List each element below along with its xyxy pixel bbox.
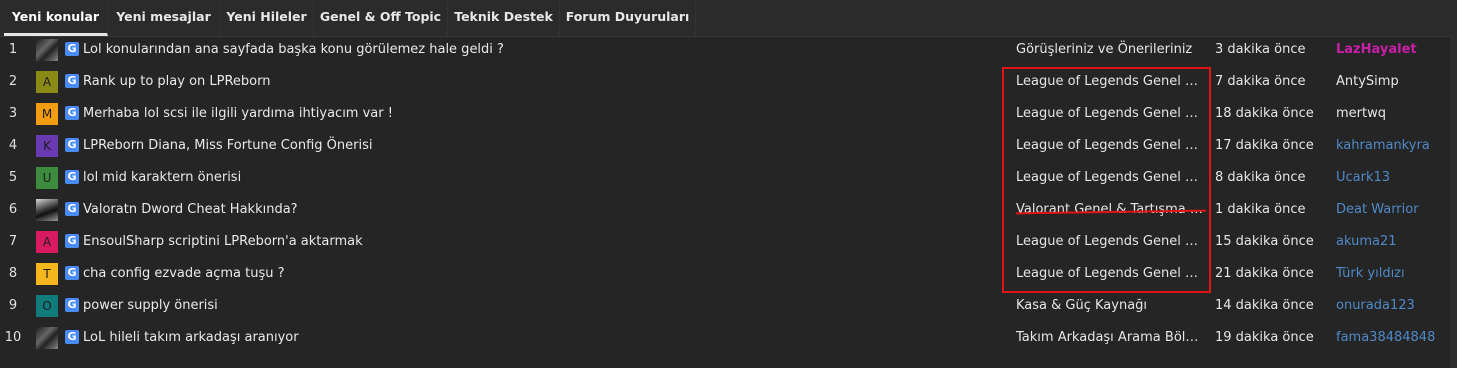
forum-link[interactable]: Kasa & Güç Kaynağı [1016, 290, 1204, 322]
tab-general-off-topic[interactable]: Genel & Off Topic [314, 0, 448, 36]
username-link[interactable]: akuma21 [1336, 226, 1446, 258]
tab-new-cheats[interactable]: Yeni Hileler [220, 0, 314, 36]
forum-link[interactable]: Görüşleriniz ve Önerileriniz [1016, 34, 1204, 66]
thread-prefix-icon: G [65, 298, 79, 312]
thread-row[interactable]: 6 G Valoratn Dword Cheat Hakkında? Valorant… [0, 194, 1450, 226]
timestamp: 15 dakika önce [1215, 234, 1314, 249]
row-number: 7 [8, 234, 18, 249]
row-number: 4 [8, 138, 18, 153]
thread-title-link[interactable]: Valoratn Dword Cheat Hakkında? [83, 194, 298, 226]
scrollbar[interactable] [1450, 36, 1457, 368]
thread-prefix-icon: G [65, 330, 79, 344]
thread-row[interactable]: 1 G Lol konularından ana sayfada başka kon… [0, 34, 1450, 66]
thread-title-link[interactable]: EnsoulSharp scriptini LPReborn'a aktarma… [83, 226, 363, 258]
username-link[interactable]: kahramankyra [1336, 130, 1446, 162]
tab-bar: Yeni konular Yeni mesajlar Yeni Hileler … [0, 0, 1457, 37]
thread-row[interactable]: 3 M G Merhaba lol scsi ile ilgili yardıma i… [0, 98, 1450, 130]
thread-row[interactable]: 9 O Gpower supply önerisi Kasa & Güç Kaynağ… [0, 290, 1450, 322]
thread-row[interactable]: 7 A G EnsoulSharp scriptini LPReborn'a akta… [0, 226, 1450, 258]
thread-prefix-icon: G [65, 42, 79, 56]
thread-title-link[interactable]: power supply önerisi [83, 290, 218, 322]
avatar[interactable]: A [36, 231, 58, 253]
tab-forum-announcements[interactable]: Forum Duyuruları [560, 0, 696, 36]
avatar[interactable]: T [36, 263, 58, 285]
row-number: 8 [8, 266, 18, 281]
timestamp: 1 dakika önce [1215, 202, 1306, 217]
forum-link[interactable]: League of Legends Genel & Tartışma Bölüm… [1016, 66, 1204, 98]
forum-link[interactable]: League of Legends Genel & Tartışma Bölüm… [1016, 226, 1204, 258]
forum-link[interactable]: Takım Arkadaşı Arama Bölümü [1016, 322, 1204, 354]
thread-title-link[interactable]: Lol konularından ana sayfada başka konu … [83, 34, 504, 66]
avatar[interactable] [36, 199, 58, 221]
timestamp: 7 dakika önce [1215, 74, 1306, 89]
tab-tech-support[interactable]: Teknik Destek [448, 0, 560, 36]
forum-link[interactable]: League of Legends Genel & Tartışma Bölüm… [1016, 162, 1204, 194]
timestamp: 8 dakika önce [1215, 170, 1306, 185]
thread-prefix-icon: G [65, 266, 79, 280]
thread-title-link[interactable]: cha config ezvade açma tuşu ? [83, 258, 285, 290]
thread-prefix-icon: G [65, 106, 79, 120]
thread-prefix-icon: G [65, 234, 79, 248]
avatar[interactable]: K [36, 135, 58, 157]
avatar[interactable]: U [36, 167, 58, 189]
thread-prefix-icon: G [65, 202, 79, 216]
thread-row[interactable]: 10 G LoL hileli takım arkadaşı aranıyor Tak… [0, 322, 1450, 354]
username-link[interactable]: Ucark13 [1336, 162, 1446, 194]
timestamp: 3 dakika önce [1215, 42, 1306, 57]
timestamp: 18 dakika önce [1215, 106, 1314, 121]
thread-title-link[interactable]: LoL hileli takım arkadaşı aranıyor [83, 322, 299, 354]
row-number: 1 [8, 42, 18, 57]
thread-row[interactable]: 4 K G LPReborn Diana, Miss Fortune Config Ö… [0, 130, 1450, 162]
username-link[interactable]: fama38484848 [1336, 322, 1446, 354]
username-link[interactable]: Deat Warrior [1336, 194, 1446, 226]
row-number: 10 [4, 330, 22, 345]
avatar[interactable]: M [36, 103, 58, 125]
row-number: 3 [8, 106, 18, 121]
thread-title-link[interactable]: lol mid karaktern önerisi [83, 162, 241, 194]
thread-row[interactable]: 8 T Gcha config ezvade açma tuşu ? League o… [0, 258, 1450, 290]
thread-title-link[interactable]: Merhaba lol scsi ile ilgili yardıma ihti… [83, 98, 393, 130]
timestamp: 21 dakika önce [1215, 266, 1314, 281]
forum-link[interactable]: League of Legends Genel & Tartışma Bölüm… [1016, 130, 1204, 162]
thread-title-link[interactable]: Rank up to play on LPReborn [83, 66, 271, 98]
thread-row[interactable]: 2 A G Rank up to play on LPReborn League of … [0, 66, 1450, 98]
username-link[interactable]: AntySimp [1336, 66, 1446, 98]
thread-prefix-icon: G [65, 138, 79, 152]
timestamp: 19 dakika önce [1215, 330, 1314, 345]
avatar[interactable]: O [36, 295, 58, 317]
avatar[interactable]: A [36, 71, 58, 93]
row-number: 5 [8, 170, 18, 185]
avatar[interactable] [36, 39, 58, 61]
timestamp: 14 dakika önce [1215, 298, 1314, 313]
row-number: 9 [8, 298, 18, 313]
avatar[interactable] [36, 327, 58, 349]
tab-new-threads[interactable]: Yeni konular [4, 0, 108, 36]
tab-new-posts[interactable]: Yeni mesajlar [108, 0, 220, 36]
username-link[interactable]: onurada123 [1336, 290, 1446, 322]
forum-link[interactable]: League of Legends Genel & Tartışma Bölüm… [1016, 258, 1204, 290]
row-number: 6 [8, 202, 18, 217]
forum-link[interactable]: Valorant Genel & Tartışma Bölümü [1016, 194, 1204, 226]
thread-prefix-icon: G [65, 74, 79, 88]
timestamp: 17 dakika önce [1215, 138, 1314, 153]
forum-link[interactable]: League of Legends Genel & Tartışma Bölüm… [1016, 98, 1204, 130]
row-number: 2 [8, 74, 18, 89]
username-link[interactable]: mertwq [1336, 98, 1446, 130]
thread-row[interactable]: 5 U Glol mid karaktern önerisi League of Le… [0, 162, 1450, 194]
username-link[interactable]: LazHayalet [1336, 34, 1446, 66]
thread-title-link[interactable]: LPReborn Diana, Miss Fortune Config Öner… [83, 130, 372, 162]
thread-prefix-icon: G [65, 170, 79, 184]
username-link[interactable]: Türk yıldızı [1336, 258, 1446, 290]
